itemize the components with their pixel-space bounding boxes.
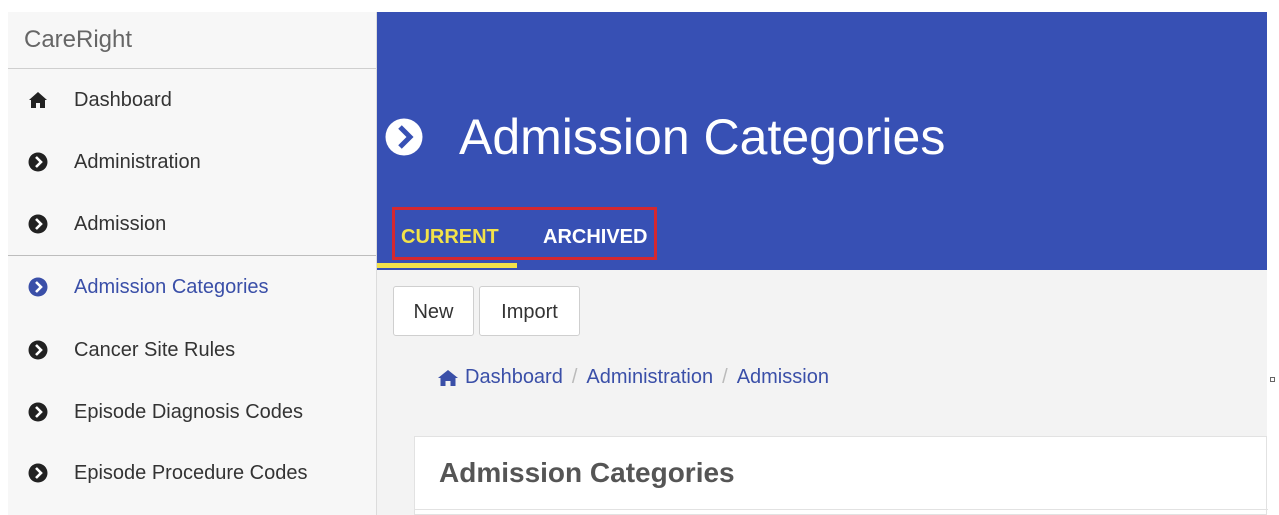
sidebar-item-label: Administration [74, 151, 201, 173]
sidebar-item-administration[interactable]: Administration [8, 142, 376, 182]
import-button[interactable]: Import [479, 286, 580, 336]
active-tab-indicator [377, 263, 517, 268]
breadcrumb-link-administration[interactable]: Administration [586, 366, 713, 389]
resize-handle[interactable] [1270, 377, 1275, 382]
breadcrumb-link-admission[interactable]: Admission [737, 366, 829, 389]
chevron-circle-right-icon [28, 340, 48, 360]
sidebar-item-label: Episode Procedure Codes [74, 462, 308, 484]
sidebar-item-label: Episode Diagnosis Codes [74, 401, 304, 423]
chevron-circle-right-icon [28, 463, 48, 483]
home-icon [438, 369, 458, 386]
breadcrumb-separator: / [722, 366, 728, 388]
home-icon [29, 92, 47, 108]
panel-title: Admission Categories [439, 457, 735, 488]
chevron-circle-right-icon [28, 152, 48, 172]
chevron-circle-right-icon [385, 118, 423, 156]
sidebar-item-cancer-site-rules[interactable]: Cancer Site Rules [8, 330, 376, 370]
panel-divider [415, 509, 1268, 510]
page-title: Admission Categories [459, 109, 946, 165]
sidebar-item-label: Cancer Site Rules [74, 339, 236, 361]
sidebar-item-admission[interactable]: Admission [8, 204, 376, 244]
sidebar-divider [8, 255, 376, 256]
chevron-circle-right-icon [28, 402, 48, 422]
chevron-circle-right-icon [28, 277, 48, 297]
chevron-circle-right-icon [28, 214, 48, 234]
app-brand: CareRight [8, 12, 376, 69]
sidebar-item-episode-diagnosis-codes[interactable]: Episode Diagnosis Codes [8, 392, 376, 432]
sidebar-item-label: Dashboard [74, 89, 172, 111]
sidebar-item-dashboard[interactable]: Dashboard [8, 80, 376, 120]
breadcrumb: Dashboard / Administration / Admission [437, 366, 829, 389]
new-button[interactable]: New [393, 286, 474, 336]
sidebar-item-admission-categories[interactable]: Admission Categories [8, 267, 376, 307]
sidebar-item-label: Admission Categories [74, 276, 269, 298]
sidebar-item-episode-procedure-codes[interactable]: Episode Procedure Codes [8, 453, 376, 493]
content-panel: Admission Categories [414, 436, 1268, 515]
tabs-highlight-box [392, 207, 657, 260]
breadcrumb-link-dashboard[interactable]: Dashboard [465, 366, 563, 389]
breadcrumb-separator: / [571, 366, 578, 388]
sidebar-item-label: Admission [74, 213, 167, 235]
main-content: New Import Dashboard / Administration / … [377, 270, 1268, 515]
sidebar: CareRight Dashboard Administration Admis… [8, 12, 377, 515]
page-header: Admission Categories CURRENT ARCHIVED [377, 12, 1267, 270]
